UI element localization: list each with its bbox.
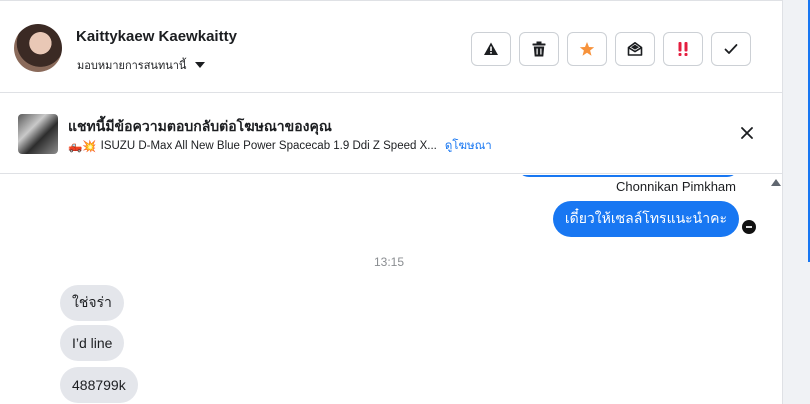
envelope-open-icon [627,42,643,56]
incoming-message[interactable]: I’d line [60,325,125,361]
delete-button[interactable] [519,32,559,66]
read-receipt-icon [742,220,756,234]
conversation-panel: Kaittykaew Kaewkaitty มอบหมายการสนทนานี้ [0,0,783,404]
outgoing-sender-name: Chonnikan Pimkham [616,179,736,194]
outgoing-message[interactable]: เดี๋ยวให้เซลล์โทรแนะนำคะ [552,201,739,237]
mark-spam-button[interactable] [471,32,511,66]
trash-icon [532,41,546,57]
priority-icon [678,42,688,56]
contact-avatar[interactable] [14,24,62,72]
incoming-message[interactable]: 488799k [60,367,138,403]
checkmark-icon [724,44,738,54]
warning-icon [484,42,498,55]
side-panel-edge [783,0,810,404]
scroll-up-arrow-icon[interactable] [771,179,781,186]
close-icon[interactable] [739,125,755,141]
ad-banner-title: แชทนี้มีข้อความตอบกลับต่อโฆษณาของคุณ [68,118,332,134]
contact-name[interactable]: Kaittykaew Kaewkaitty [76,28,237,45]
mark-unread-button[interactable] [615,32,655,66]
caret-down-icon [195,62,206,68]
mark-done-button[interactable] [711,32,751,66]
ad-thumbnail[interactable] [18,114,58,154]
conversation-header: Kaittykaew Kaewkaitty มอบหมายการสนทนานี้ [0,1,782,93]
priority-button[interactable] [663,32,703,66]
assign-label: มอบหมายการสนทนานี้ [77,60,187,72]
star-icon [579,42,595,56]
incoming-message[interactable]: ใช่จร่า [60,285,124,321]
ad-details: 🛻💥 ISUZU D-Max All New Blue Power Spacec… [68,137,492,155]
ad-reply-banner: แชทนี้มีข้อความตอบกลับต่อโฆษณาของคุณ 🛻💥 … [0,94,782,174]
assign-conversation-dropdown[interactable]: มอบหมายการสนทนานี้ [77,56,206,74]
selection-indicator [787,0,810,262]
ad-emojis: 🛻💥 [68,141,97,153]
message-thread: Chonnikan Pimkham เดี๋ยวให้เซลล์โทรแนะนำ… [0,175,770,404]
thread-scrollbar[interactable] [770,175,782,404]
star-button[interactable] [567,32,607,66]
view-ad-link[interactable]: ดูโฆษณา [445,137,492,155]
previous-outgoing-bubble [517,175,739,177]
header-actions [471,32,751,66]
message-timestamp: 13:15 [373,255,405,269]
ad-name: ISUZU D-Max All New Blue Power Spacecab … [100,140,437,152]
